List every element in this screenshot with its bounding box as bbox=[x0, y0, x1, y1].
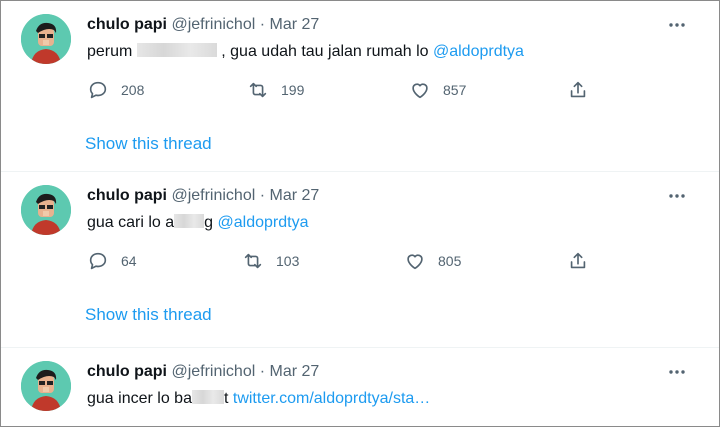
retweet-icon bbox=[249, 82, 267, 98]
display-name[interactable]: chulo papi bbox=[87, 363, 167, 380]
user-handle[interactable]: @jefrinichol bbox=[171, 187, 255, 204]
like-count: 857 bbox=[443, 82, 467, 98]
tweet-list: chulo papi @jefrinichol · Mar 27 perum ,… bbox=[0, 0, 720, 427]
avatar[interactable] bbox=[21, 361, 71, 411]
show-thread-link[interactable]: Show this thread bbox=[85, 134, 212, 154]
like-button[interactable]: 805 bbox=[404, 249, 461, 273]
reply-count: 64 bbox=[121, 253, 137, 269]
reply-button[interactable]: 64 bbox=[87, 249, 137, 273]
avatar[interactable] bbox=[21, 14, 71, 64]
show-thread-link[interactable]: Show this thread bbox=[85, 305, 212, 325]
display-name[interactable]: chulo papi bbox=[87, 187, 167, 204]
more-horizontal-icon[interactable] bbox=[667, 362, 687, 382]
share-icon bbox=[570, 252, 586, 269]
retweet-button[interactable]: 103 bbox=[242, 249, 299, 273]
tweet[interactable]: chulo papi @jefrinichol · Mar 27 gua inc… bbox=[1, 348, 719, 426]
more-horizontal-icon[interactable] bbox=[667, 186, 687, 206]
display-name[interactable]: chulo papi bbox=[87, 16, 167, 33]
retweet-button[interactable]: 199 bbox=[247, 78, 304, 102]
reply-count: 208 bbox=[121, 82, 145, 98]
like-button[interactable]: 857 bbox=[409, 78, 466, 102]
tweet-text-part: , gua udah tau jalan rumah lo bbox=[221, 43, 429, 60]
share-icon bbox=[570, 81, 586, 98]
user-handle[interactable]: @jefrinichol bbox=[171, 16, 255, 33]
redacted-text bbox=[136, 43, 217, 57]
tweet-text-part: t bbox=[223, 390, 229, 407]
tweet-text-part: gua cari lo a bbox=[87, 214, 175, 231]
retweet-icon bbox=[244, 253, 262, 269]
redacted-text bbox=[174, 214, 205, 228]
separator-dot: · bbox=[259, 16, 266, 33]
tweet-actions: 208 199 857 bbox=[87, 78, 607, 102]
mention-link[interactable]: @aldoprdtya bbox=[433, 43, 524, 60]
avatar[interactable] bbox=[21, 185, 71, 235]
tweet-text: perum , gua udah tau jalan rumah lo @ald… bbox=[87, 41, 524, 63]
tweet-text-part: perum bbox=[87, 43, 133, 60]
tweet-text: gua incer lo ba t twitter.com/aldoprdtya/… bbox=[87, 388, 430, 410]
mention-link[interactable]: @aldoprdtya bbox=[218, 214, 309, 231]
heart-icon bbox=[412, 83, 428, 99]
tweet-header: chulo papi @jefrinichol · Mar 27 bbox=[87, 15, 319, 35]
heart-icon bbox=[407, 254, 423, 270]
retweet-count: 199 bbox=[281, 82, 305, 98]
tweet-header: chulo papi @jefrinichol · Mar 27 bbox=[87, 362, 319, 382]
tweet-date[interactable]: Mar 27 bbox=[270, 363, 320, 380]
tweet-header: chulo papi @jefrinichol · Mar 27 bbox=[87, 186, 319, 206]
tweet-actions: 64 103 805 bbox=[87, 249, 607, 273]
share-button[interactable] bbox=[567, 78, 589, 102]
url-link[interactable]: twitter.com/aldoprdtya/sta… bbox=[233, 390, 430, 407]
more-horizontal-icon[interactable] bbox=[667, 15, 687, 35]
tweet[interactable]: chulo papi @jefrinichol · Mar 27 gua car… bbox=[1, 172, 719, 347]
tweet-text-part: gua incer lo ba bbox=[87, 390, 192, 407]
tweet[interactable]: chulo papi @jefrinichol · Mar 27 perum ,… bbox=[1, 1, 719, 171]
reply-icon bbox=[89, 81, 107, 99]
tweet-date[interactable]: Mar 27 bbox=[270, 187, 320, 204]
reply-button[interactable]: 208 bbox=[87, 78, 144, 102]
separator-dot: · bbox=[259, 363, 266, 380]
like-count: 805 bbox=[438, 253, 462, 269]
tweet-date[interactable]: Mar 27 bbox=[270, 16, 320, 33]
separator-dot: · bbox=[259, 187, 266, 204]
redacted-text bbox=[191, 390, 224, 404]
share-button[interactable] bbox=[567, 249, 589, 273]
retweet-count: 103 bbox=[276, 253, 300, 269]
tweet-text: gua cari lo a g @aldoprdtya bbox=[87, 212, 309, 234]
reply-icon bbox=[89, 252, 107, 270]
user-handle[interactable]: @jefrinichol bbox=[171, 363, 255, 380]
tweet-text-part: g bbox=[204, 214, 214, 231]
